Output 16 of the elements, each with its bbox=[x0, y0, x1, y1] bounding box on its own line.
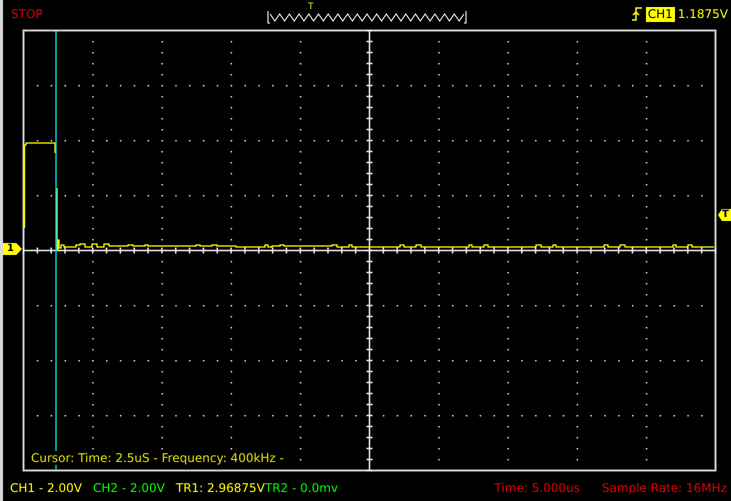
acquisition-setting: Time: 5.000us bbox=[494, 481, 580, 495]
cursor-readout: Cursor: Time: 2.5uS - Frequency: 400kHz - bbox=[31, 451, 284, 465]
channel-readout: TR2 - 0.0mv bbox=[264, 481, 338, 495]
trigger-level-marker[interactable]: T bbox=[718, 209, 731, 221]
channel-readout: TR1: 2.96875V bbox=[176, 481, 265, 495]
channel-marker[interactable]: 1 bbox=[3, 243, 22, 255]
rising-edge-icon bbox=[630, 6, 643, 22]
acquisition-setting: Sample Rate: 16MHz bbox=[602, 481, 727, 495]
cursor-line[interactable] bbox=[55, 32, 57, 470]
channel-readout: CH1 - 2.00V bbox=[10, 481, 82, 495]
trigger-position-mark: T bbox=[308, 2, 314, 12]
run-status: STOP bbox=[11, 7, 44, 21]
channel-readout: CH2 - 2.00V bbox=[92, 481, 165, 495]
trigger-channel: CH1 bbox=[646, 6, 675, 22]
zigzag-icon bbox=[267, 10, 467, 24]
trigger-level: 1.1875V bbox=[678, 7, 728, 21]
